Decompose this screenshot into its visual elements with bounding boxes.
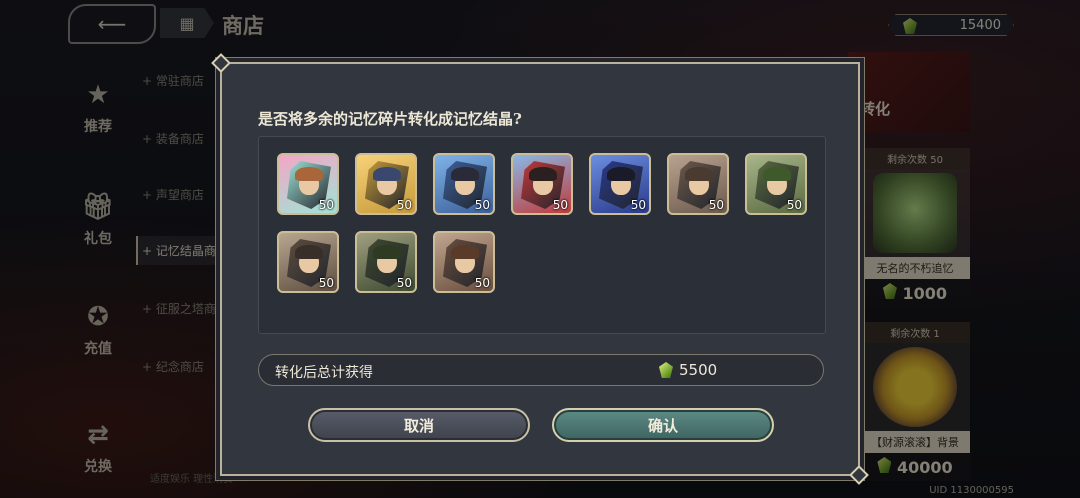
character-portrait (451, 245, 479, 259)
memory-fragment-item: 50 (511, 153, 573, 215)
character-portrait (295, 245, 323, 259)
total-value: 5500 (659, 361, 717, 379)
memory-fragment-item: 50 (355, 153, 417, 215)
character-portrait (295, 167, 323, 181)
total-label: 转化后总计获得 (275, 365, 373, 381)
character-portrait (529, 167, 557, 181)
cancel-button[interactable]: 取消 (308, 408, 530, 442)
fragment-count: 50 (474, 198, 490, 212)
character-portrait (373, 167, 401, 181)
fragment-count: 50 (396, 276, 412, 290)
fragment-count: 50 (630, 198, 646, 212)
character-portrait (763, 167, 791, 181)
character-portrait (685, 167, 713, 181)
character-portrait (451, 167, 479, 181)
memory-fragment-item: 50 (355, 231, 417, 293)
memory-fragment-item: 50 (745, 153, 807, 215)
total-bar: 转化后总计获得 5500 (258, 354, 824, 386)
confirm-button[interactable]: 确认 (552, 408, 774, 442)
fragment-count: 50 (552, 198, 568, 212)
memory-crystal-icon (659, 362, 673, 378)
memory-fragment-item: 50 (277, 153, 339, 215)
fragment-count: 50 (318, 276, 334, 290)
dialog-question: 是否将多余的记忆碎片转化成记忆结晶? (258, 110, 522, 128)
fragment-grid: 50 50 50 50 50 50 50 50 50 50 (258, 136, 826, 334)
fragment-count: 50 (786, 198, 802, 212)
fragment-count: 50 (708, 198, 724, 212)
convert-dialog: 是否将多余的记忆碎片转化成记忆结晶? 50 50 50 50 50 50 50 50 50 50 … (220, 62, 860, 476)
character-portrait (373, 245, 401, 259)
fragment-count: 50 (474, 276, 490, 290)
memory-fragment-item: 50 (589, 153, 651, 215)
memory-fragment-item: 50 (277, 231, 339, 293)
fragment-count: 50 (318, 198, 334, 212)
memory-fragment-item: 50 (433, 153, 495, 215)
character-portrait (607, 167, 635, 181)
total-amount: 5500 (679, 361, 718, 379)
memory-fragment-item: 50 (433, 231, 495, 293)
fragment-count: 50 (396, 198, 412, 212)
memory-fragment-item: 50 (667, 153, 729, 215)
